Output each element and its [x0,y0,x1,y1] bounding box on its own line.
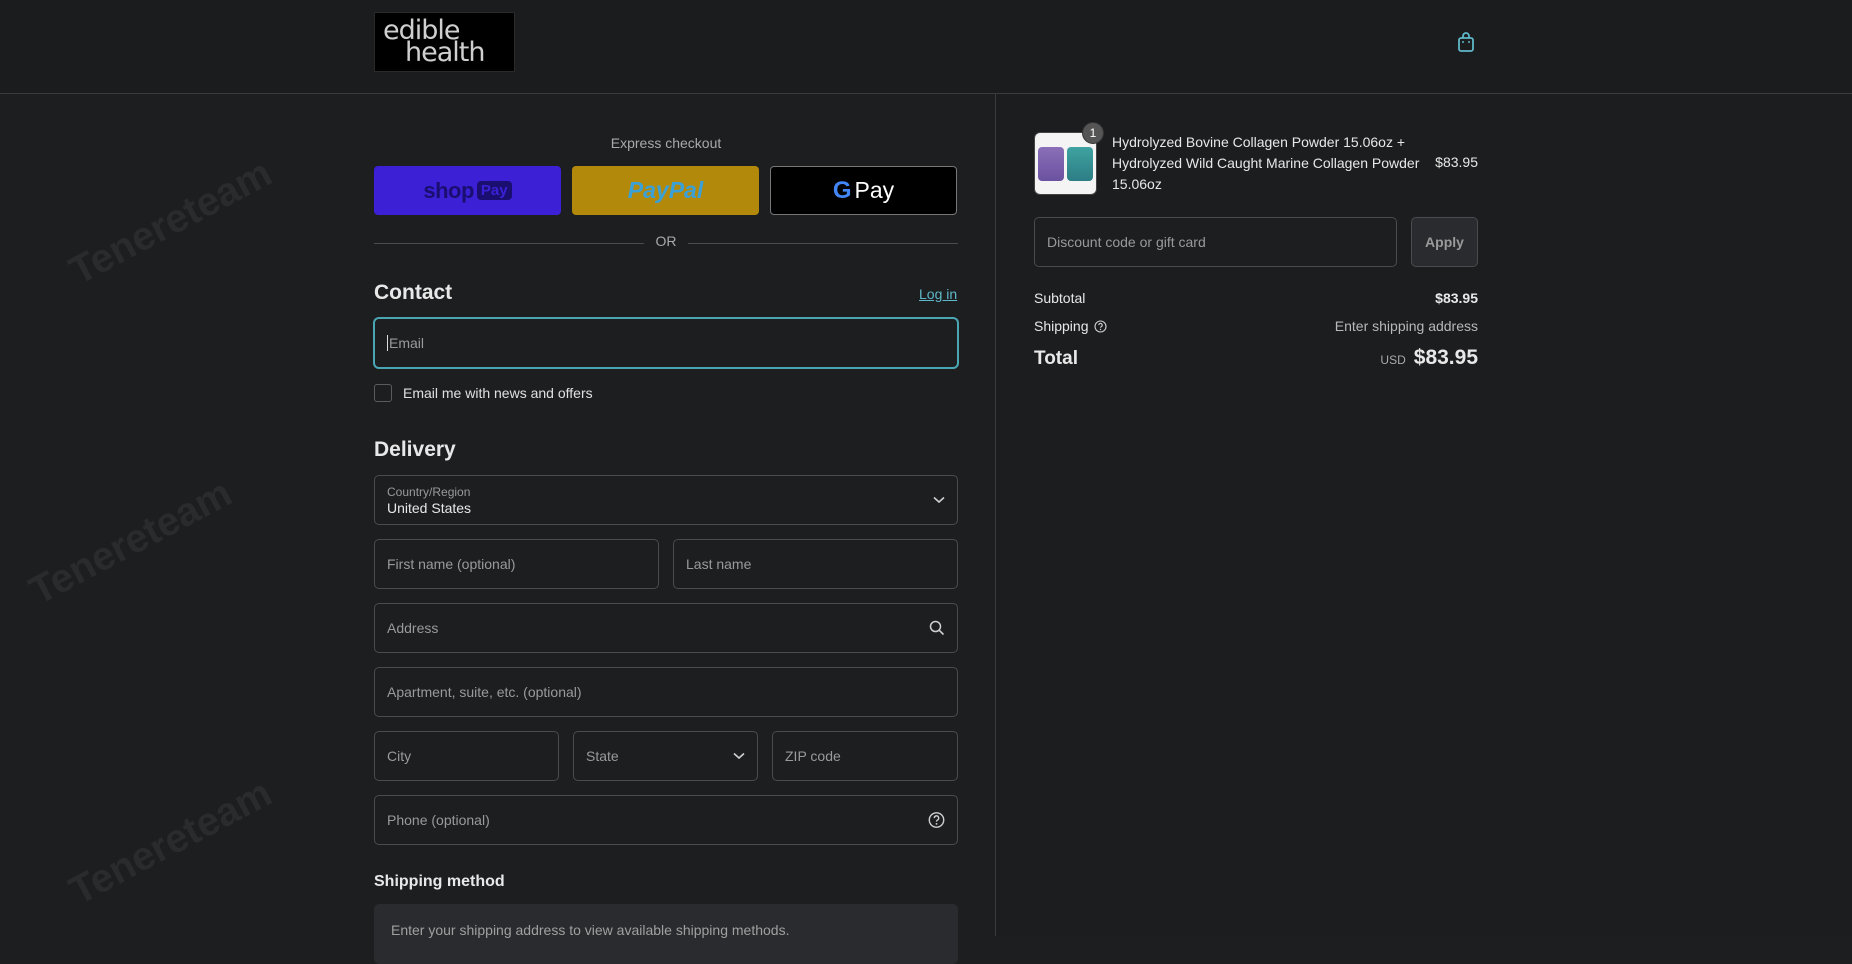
state-placeholder: State [586,748,619,764]
watermark-text: Tenereteam [62,150,279,294]
contact-title: Contact [374,281,453,304]
city-input[interactable]: City [374,731,559,781]
first-name-placeholder: First name (optional) [387,556,516,572]
logo-line-2: health [405,37,485,68]
shipping-method-notice: Enter your shipping address to view avai… [374,904,958,964]
zip-placeholder: ZIP code [785,748,841,764]
chevron-down-icon [733,752,745,760]
google-g-icon: G [832,176,852,204]
total-row: Total USD $83.95 [1034,346,1478,370]
product-jar-image [1067,146,1093,181]
express-checkout-label: Express checkout [610,135,722,151]
state-select[interactable]: State [573,731,758,781]
paypal-button[interactable]: PayPal [572,166,759,215]
phone-input[interactable]: Phone (optional) [374,795,958,845]
total-label: Total [1034,348,1078,369]
address-input[interactable]: Address [374,603,958,653]
google-pay-button[interactable]: G Pay [770,166,957,215]
login-link[interactable]: Log in [919,286,957,302]
help-icon[interactable] [1093,320,1107,333]
shop-pay-button[interactable]: shop Pay [374,166,561,215]
shipping-row: Shipping Enter shipping address [1034,318,1478,334]
watermark-text: Tenereteam [62,770,279,914]
shop-pay-wordmark: shop [423,177,474,203]
store-logo[interactable]: edible health [374,12,515,72]
newsletter-option[interactable]: Email me with news and offers [374,384,593,402]
apartment-placeholder: Apartment, suite, etc. (optional) [387,684,582,700]
paypal-wordmark: PayPal [627,177,704,203]
country-select[interactable]: Country/Region United States [374,475,958,525]
shopping-bag-icon[interactable] [1456,31,1476,53]
discount-code-input[interactable]: Discount code or gift card [1034,217,1397,267]
help-icon[interactable] [928,812,945,829]
zip-input[interactable]: ZIP code [772,731,958,781]
delivery-title: Delivery [374,438,456,461]
text-caret [387,335,388,351]
subtotal-row: Subtotal $83.95 [1034,290,1478,306]
total-value: $83.95 [1413,346,1478,369]
email-placeholder: Email [389,335,425,351]
country-label: Country/Region [387,484,471,499]
phone-placeholder: Phone (optional) [387,812,490,828]
subtotal-value: $83.95 [1435,290,1478,306]
product-name: Hydrolyzed Bovine Collagen Powder 15.06o… [1112,134,1420,192]
address-placeholder: Address [387,620,439,636]
newsletter-label: Email me with news and offers [403,385,593,401]
first-name-input[interactable]: First name (optional) [374,539,659,589]
last-name-input[interactable]: Last name [673,539,958,589]
apply-discount-button[interactable]: Apply [1411,217,1478,267]
newsletter-checkbox[interactable] [374,384,392,402]
city-placeholder: City [387,748,412,764]
discount-placeholder: Discount code or gift card [1047,234,1206,250]
column-divider [995,94,996,936]
subtotal-label: Subtotal [1034,290,1086,306]
or-label: OR [655,233,677,249]
product-price: $83.95 [1435,154,1478,170]
email-input[interactable]: Email [374,318,958,368]
shipping-value: Enter shipping address [1334,318,1478,334]
country-value: United States [387,499,472,516]
or-divider: OR [374,233,958,253]
watermark-text: Tenereteam [22,470,239,614]
shop-pay-badge: Pay [476,181,512,200]
shipping-method-title: Shipping method [374,873,505,890]
google-pay-label: Pay [854,177,895,203]
total-currency: USD [1380,353,1406,367]
product-jar-image [1038,146,1064,181]
checkout-header: edible health [0,0,1852,94]
apartment-input[interactable]: Apartment, suite, etc. (optional) [374,667,958,717]
quantity-badge: 1 [1082,122,1104,144]
search-icon [929,620,945,636]
chevron-down-icon [933,496,945,504]
shipping-label: Shipping [1034,318,1089,334]
last-name-placeholder: Last name [686,556,752,572]
